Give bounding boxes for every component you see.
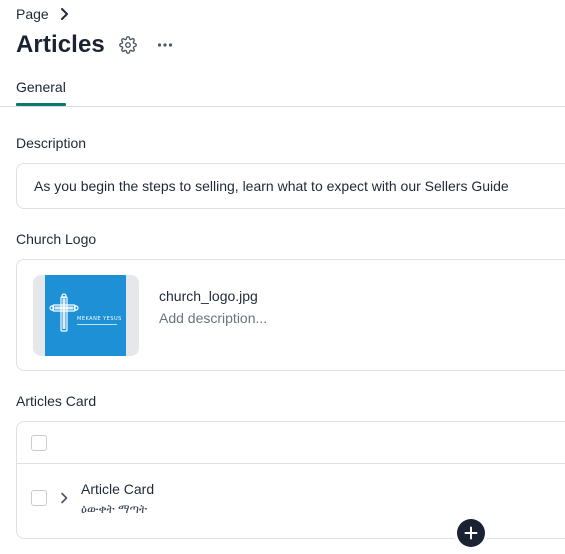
chevron-right-icon (59, 6, 71, 22)
description-field[interactable]: As you begin the steps to selling, learn… (16, 163, 565, 209)
page: Page Articles General Description As you… (0, 0, 565, 554)
row-checkbox[interactable] (31, 490, 47, 506)
church-logo-label: Church Logo (16, 231, 97, 247)
active-tab-indicator (16, 103, 66, 106)
row-subtitle: ዕውቀት ማጣት (81, 502, 148, 516)
breadcrumb-item-page[interactable]: Page (16, 6, 49, 22)
description-label: Description (16, 135, 87, 151)
church-logo-image: MEKANE YESUS (45, 275, 126, 356)
logo-text-underline (77, 324, 117, 325)
add-item-button[interactable] (457, 519, 485, 547)
tab-bar: General (0, 75, 565, 107)
list-header (17, 422, 565, 464)
logo-thumbnail[interactable]: MEKANE YESUS (33, 275, 139, 356)
description-value[interactable]: As you begin the steps to selling, learn… (34, 178, 509, 194)
expand-chevron-icon[interactable] (59, 491, 69, 505)
logo-description-input[interactable]: Add description... (159, 310, 267, 326)
logo-file-name[interactable]: church_logo.jpg (159, 288, 258, 304)
tab-general[interactable]: General (16, 79, 66, 95)
row-title: Article Card (81, 481, 155, 497)
select-all-checkbox[interactable] (31, 435, 47, 451)
articles-card-list: Article Card ዕውቀት ማጣት (16, 421, 565, 539)
title-row: Articles (16, 31, 174, 59)
breadcrumb: Page (16, 6, 71, 22)
ellipsis-icon[interactable] (156, 36, 174, 54)
gear-icon[interactable] (118, 36, 137, 54)
page-title: Articles (16, 31, 105, 58)
articles-card-label: Articles Card (16, 393, 97, 409)
logo-text: MEKANE YESUS (77, 316, 122, 322)
plus-icon (464, 526, 478, 540)
church-logo-field: MEKANE YESUS church_logo.jpg Add descrip… (16, 259, 565, 371)
